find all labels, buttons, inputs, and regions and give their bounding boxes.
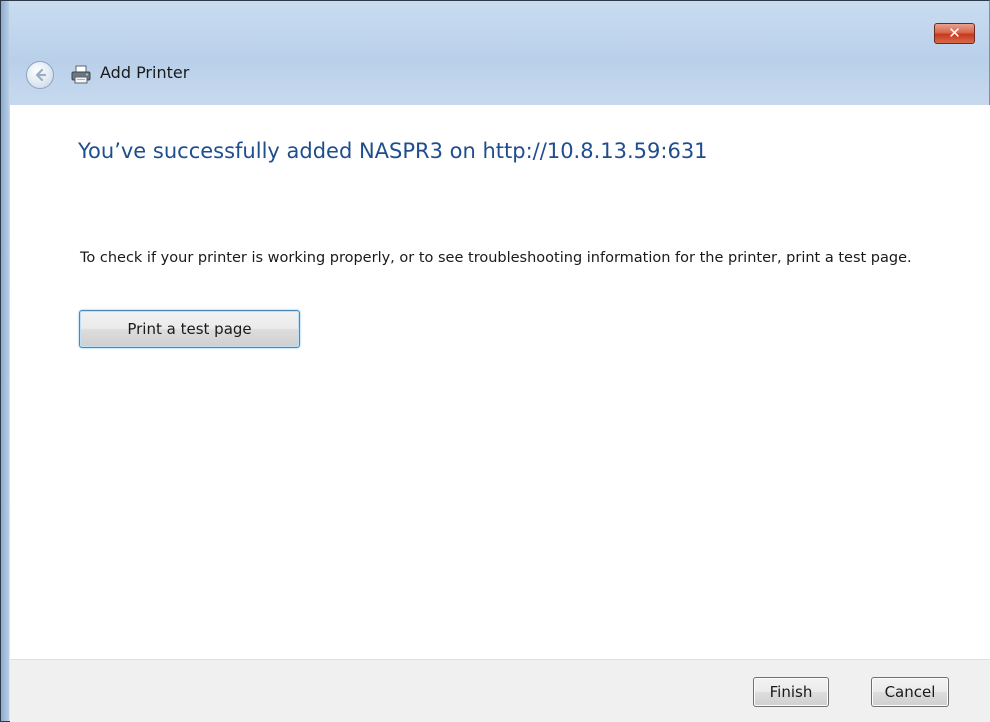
close-icon: ✕ [948,24,961,42]
printer-icon [71,65,91,84]
dialog-footer: Finish Cancel [10,659,990,722]
back-arrow-icon [35,68,47,82]
close-button[interactable]: ✕ [934,23,975,44]
title-bar: ✕ Add Printer [10,1,980,105]
add-printer-window: ✕ Add Printer You’ve successfully added … [0,0,990,722]
back-button[interactable] [26,61,54,89]
cancel-button[interactable]: Cancel [871,677,949,707]
print-test-page-button[interactable]: Print a test page [79,310,300,348]
finish-button[interactable]: Finish [753,677,829,707]
main-content: You’ve successfully added NASPR3 on http… [10,105,990,659]
test-page-description: To check if your printer is working prop… [80,250,912,266]
success-heading: You’ve successfully added NASPR3 on http… [78,139,708,163]
window-title: Add Printer [100,63,190,82]
